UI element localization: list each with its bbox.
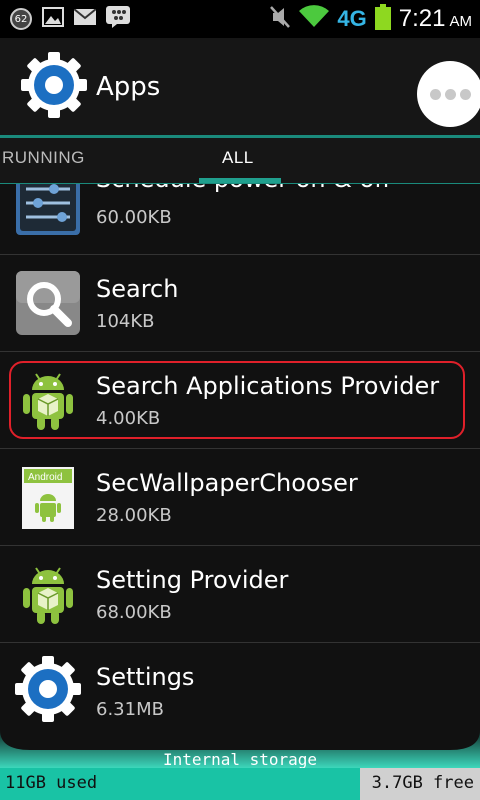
app-list[interactable]: Schedule power on & off 60.00KB Search 1… [0, 184, 480, 730]
image-icon [42, 7, 64, 31]
network-type: 4G [337, 6, 367, 31]
battery-icon [374, 4, 391, 34]
list-item[interactable]: Settings 6.31MB [0, 643, 480, 730]
clock-ampm: AM [449, 13, 473, 30]
action-bar: Apps [0, 38, 480, 136]
bbm-icon [106, 6, 130, 32]
storage-used-text: 11GB used [5, 773, 98, 793]
app-name: Search [96, 275, 179, 303]
app-name: SecWallpaperChooser [96, 469, 358, 497]
app-name: Settings [96, 663, 195, 691]
app-size: 60.00KB [96, 207, 172, 228]
clock: 7:21 AM [399, 5, 472, 33]
overflow-menu-button[interactable] [417, 61, 480, 127]
storage-bar: 11GB used 3.7GB free [0, 768, 480, 800]
app-name: Setting Provider [96, 566, 289, 594]
search-app-icon [14, 269, 82, 337]
svg-text:Android: Android [28, 472, 62, 483]
tab-running[interactable]: RUNNING [2, 148, 85, 168]
tab-all[interactable]: ALL [222, 148, 254, 168]
app-name: Schedule power on & off [96, 184, 391, 193]
schedule-power-icon [14, 184, 82, 237]
notification-count-icon: 62 [10, 8, 32, 30]
storage-label: Internal storage [162, 750, 318, 769]
app-size: 28.00KB [96, 505, 172, 526]
wallpaper-chooser-icon: Android [14, 463, 82, 531]
mail-icon [73, 8, 97, 29]
android-icon [14, 560, 82, 628]
list-item[interactable]: Android SecWallpaperChooser 28.00KB [0, 449, 480, 546]
status-bar: 62 4G 7:21 AM [0, 0, 480, 38]
app-size: 6.31MB [96, 699, 164, 720]
settings-gear-icon[interactable] [20, 51, 88, 123]
overflow-dot [459, 88, 471, 100]
app-size: 68.00KB [96, 602, 172, 623]
page-title: Apps [96, 72, 161, 102]
highlight-box [9, 361, 465, 439]
list-item[interactable]: Schedule power on & off 60.00KB [0, 184, 480, 254]
wifi-icon [299, 5, 330, 33]
notification-count: 62 [14, 13, 28, 25]
overflow-dot [429, 88, 441, 100]
list-item[interactable]: Search 104KB [0, 255, 480, 352]
list-item[interactable]: Setting Provider 68.00KB [0, 546, 480, 643]
storage-free-text: 3.7GB free [371, 773, 474, 793]
mute-icon [269, 5, 291, 33]
app-size: 104KB [96, 311, 155, 332]
overflow-dot [444, 88, 456, 100]
clock-time: 7:21 [398, 5, 446, 32]
settings-gear-icon [14, 655, 82, 723]
